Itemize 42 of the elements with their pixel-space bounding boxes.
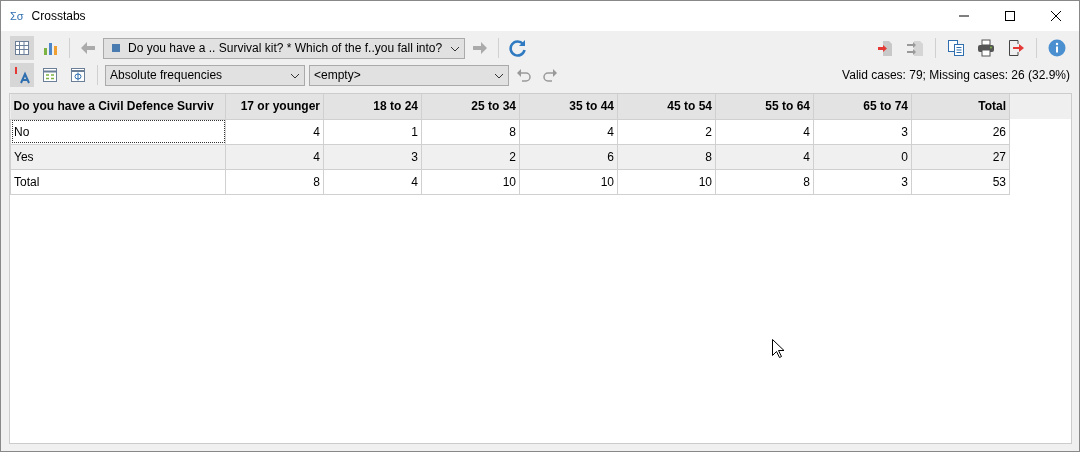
second-dropdown[interactable]: <empty> (309, 64, 509, 86)
table-cell: 4 (323, 169, 422, 194)
table-cell: 3 (813, 169, 912, 194)
column-header: 18 to 24 (323, 94, 422, 119)
table-cell: 53 (911, 169, 1010, 194)
case-count-text: Valid cases: 79; Missing cases: 26 (32.9%) (842, 68, 1070, 82)
table-cell: 10 (421, 169, 520, 194)
table-cell: 2 (421, 144, 520, 169)
column-header: 35 to 44 (519, 94, 618, 119)
column-header: 55 to 64 (715, 94, 814, 119)
table-cell: 6 (519, 144, 618, 169)
table-cell: 3 (813, 119, 912, 144)
table-cell: 8 (617, 144, 716, 169)
column-header: 65 to 74 (813, 94, 912, 119)
table-cell: 27 (911, 144, 1010, 169)
table-cell: 4 (715, 144, 814, 169)
table-cell: 4 (225, 144, 324, 169)
table-cell: 8 (715, 169, 814, 194)
app-icon: Σσ (10, 10, 24, 22)
table-cell: 10 (617, 169, 716, 194)
table-cell: 10 (519, 169, 618, 194)
table-cell: 8 (225, 169, 324, 194)
column-header: 25 to 34 (421, 94, 520, 119)
table-cell: 1 (323, 119, 422, 144)
table-cell: 3 (323, 144, 422, 169)
table-cell: 4 (715, 119, 814, 144)
statistic-dropdown[interactable]: Absolute frequencies (105, 64, 305, 86)
table-cell: 2 (617, 119, 716, 144)
table-cell: 26 (911, 119, 1010, 144)
table-cell: 8 (421, 119, 520, 144)
row-label-cell: No (10, 119, 226, 144)
table-cell: 4 (225, 119, 324, 144)
variable-dropdown[interactable]: Do you have a .. Survival kit? * Which of the f..you fall into? (103, 37, 466, 59)
row-label-cell: Yes (10, 144, 226, 169)
column-header: Do you have a Civil Defence Surviv (10, 94, 226, 119)
row-label-cell: Total (10, 169, 226, 194)
column-header: 17 or younger (225, 94, 324, 119)
table-cell: 4 (519, 119, 618, 144)
column-header: 45 to 54 (617, 94, 716, 119)
table-cell: 0 (813, 144, 912, 169)
column-header: Total (911, 94, 1010, 119)
window-title: Crosstabs (31, 9, 86, 23)
